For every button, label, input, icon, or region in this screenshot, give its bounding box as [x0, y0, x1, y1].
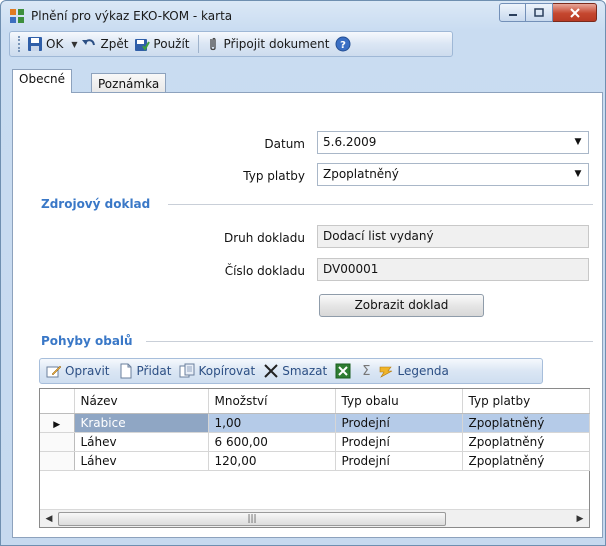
cislo-dokladu-label: Číslo dokladu — [224, 264, 305, 278]
excel-export-button[interactable] — [335, 363, 354, 379]
save-disk-icon — [28, 37, 42, 51]
apply-button[interactable]: Použít — [134, 36, 190, 52]
cell-nazev[interactable]: Láhev — [74, 451, 209, 471]
sum-button[interactable]: Σ — [362, 364, 370, 379]
ok-dropdown-arrow[interactable]: ▼ — [71, 40, 77, 49]
table-header-row: Název Množství Typ obalu Typ platby — [40, 389, 590, 414]
close-button[interactable] — [553, 3, 597, 22]
edit-pencil-icon — [46, 365, 62, 378]
legend-button[interactable]: Legenda — [378, 363, 449, 379]
row-selector[interactable] — [40, 451, 75, 471]
table-row[interactable]: Láhev 120,00 Prodejní Zpoplatněný — [40, 451, 590, 471]
new-document-icon — [120, 363, 131, 379]
toolbar-grip[interactable] — [18, 36, 21, 52]
copy-button[interactable]: Kopírovat — [179, 363, 255, 379]
delete-button[interactable]: Smazat — [263, 363, 327, 379]
tab-poznamka[interactable]: Poznámka — [91, 73, 167, 92]
cell-typ-platby[interactable]: Zpoplatněný — [462, 432, 590, 452]
row-selector[interactable]: ▶ — [40, 413, 75, 433]
cell-mnozstvi[interactable]: 120,00 — [208, 451, 336, 471]
chevron-down-icon[interactable]: ▼ — [570, 166, 586, 183]
back-button[interactable]: Zpět — [81, 36, 128, 52]
paperclip-icon — [209, 37, 216, 51]
column-header-typ-platby[interactable]: Typ platby — [462, 389, 590, 414]
cislo-dokladu-field: DV00001 — [317, 258, 589, 281]
ok-button[interactable]: OK — [27, 36, 63, 52]
undo-icon — [82, 39, 96, 46]
help-button[interactable]: ? — [335, 36, 354, 52]
scrollbar-thumb[interactable]: ||| — [58, 512, 446, 526]
packaging-grid: Název Množství Typ obalu Typ platby ▶ Kr… — [39, 388, 590, 528]
main-toolbar: OK ▼ Zpět Použít Připojit dokument ? — [9, 31, 453, 57]
table-row[interactable]: ▶ Krabice 1,00 Prodejní Zpoplatněný — [40, 413, 590, 433]
delete-x-icon — [264, 364, 278, 378]
cell-typ-obalu[interactable]: Prodejní — [335, 451, 463, 471]
section-divider — [146, 341, 593, 342]
current-row-arrow-icon: ▶ — [53, 419, 61, 430]
packaging-table: Název Množství Typ obalu Typ platby ▶ Kr… — [40, 389, 590, 471]
typ-platby-label: Typ platby — [243, 169, 305, 183]
caption-buttons — [499, 3, 597, 22]
cell-mnozstvi[interactable]: 6 600,00 — [208, 432, 336, 452]
row-selector[interactable] — [40, 432, 75, 452]
legend-icon — [380, 366, 393, 378]
scroll-right-icon[interactable]: ▶ — [573, 512, 587, 526]
sigma-icon: Σ — [362, 363, 371, 379]
window-title: Plnění pro výkaz EKO-KOM - karta — [31, 9, 233, 23]
tab-obecne[interactable]: Obecné — [12, 69, 73, 93]
scroll-left-icon[interactable]: ◀ — [42, 512, 56, 526]
svg-text:?: ? — [341, 40, 347, 51]
close-icon — [569, 7, 580, 18]
grid-toolbar: Opravit Přidat Kopírovat Smazat Σ Legend… — [39, 358, 543, 384]
title-bar[interactable]: Plnění pro výkaz EKO-KOM - karta — [1, 1, 605, 31]
section-zdrojovy-doklad: Zdrojový doklad — [41, 197, 151, 211]
excel-icon — [335, 363, 351, 379]
section-divider — [168, 204, 593, 205]
cell-typ-obalu[interactable]: Prodejní — [335, 413, 463, 433]
cell-nazev[interactable]: Krabice — [74, 413, 209, 433]
cell-mnozstvi[interactable]: 1,00 — [208, 413, 336, 433]
minimize-icon — [508, 13, 517, 16]
help-icon: ? — [335, 36, 351, 52]
datum-field[interactable]: 5.6.2009 ▼ — [317, 131, 589, 154]
cell-typ-platby[interactable]: Zpoplatněný — [462, 413, 590, 433]
maximize-icon — [534, 8, 544, 17]
cell-typ-platby[interactable]: Zpoplatněný — [462, 451, 590, 471]
app-grid-icon — [9, 8, 25, 24]
toolbar-separator — [197, 35, 199, 53]
maximize-button[interactable] — [526, 3, 553, 22]
cell-typ-obalu[interactable]: Prodejní — [335, 432, 463, 452]
datum-label: Datum — [264, 137, 305, 151]
minimize-button[interactable] — [499, 3, 526, 22]
edit-button[interactable]: Opravit — [46, 363, 110, 379]
typ-platby-select[interactable]: Zpoplatněný ▼ — [317, 163, 589, 186]
copy-icon — [179, 363, 195, 378]
column-header-nazev[interactable]: Název — [74, 389, 209, 414]
section-pohyby-obalu: Pohyby obalů — [41, 334, 133, 348]
druh-dokladu-label: Druh dokladu — [223, 231, 305, 245]
attach-document-button[interactable]: Připojit dokument — [205, 36, 329, 52]
druh-dokladu-field: Dodací list vydaný — [317, 225, 589, 248]
column-header-mnozstvi[interactable]: Množství — [208, 389, 336, 414]
show-document-button[interactable]: Zobrazit doklad — [319, 294, 484, 317]
app-window: Plnění pro výkaz EKO-KOM - karta OK ▼ Zp… — [0, 0, 606, 546]
column-header-typ-obalu[interactable]: Typ obalu — [335, 389, 463, 414]
table-row[interactable]: Láhev 6 600,00 Prodejní Zpoplatněný — [40, 432, 590, 452]
horizontal-scrollbar[interactable]: ◀ ||| ▶ — [40, 509, 589, 527]
add-button[interactable]: Přidat — [118, 363, 171, 379]
cell-nazev[interactable]: Láhev — [74, 432, 209, 452]
row-selector-header — [40, 389, 75, 414]
chevron-down-icon[interactable]: ▼ — [570, 134, 586, 151]
apply-disk-icon — [135, 39, 151, 51]
